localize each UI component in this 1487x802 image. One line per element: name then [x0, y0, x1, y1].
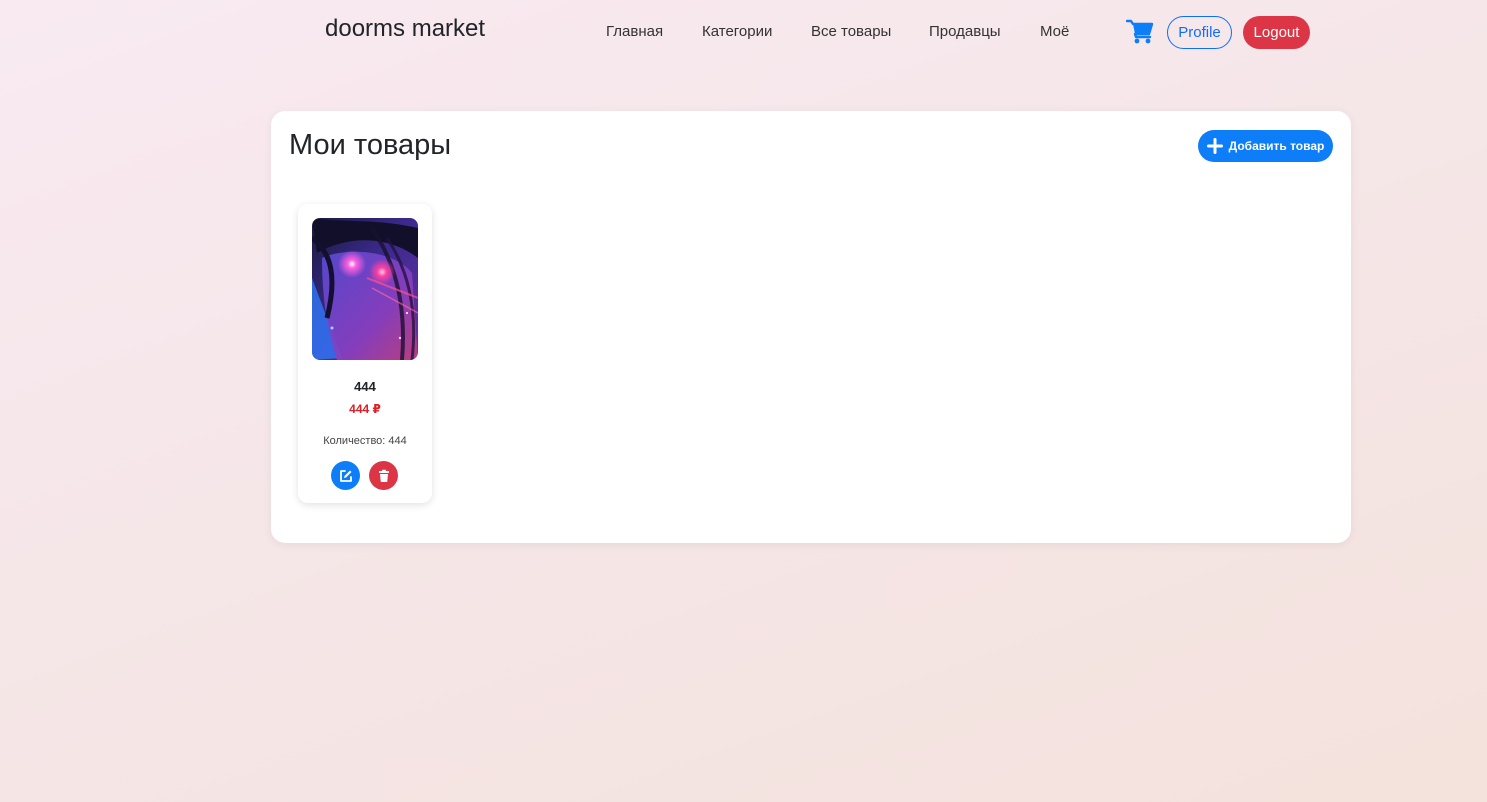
product-price: 444 ₽: [349, 402, 381, 416]
quantity-label: Количество:: [323, 435, 386, 447]
plus-icon: [1206, 138, 1223, 154]
add-product-button[interactable]: Добавить товар: [1198, 130, 1333, 162]
nav-link-home[interactable]: Главная: [606, 23, 663, 40]
delete-product-button[interactable]: [369, 461, 398, 490]
page-title: Мои товары: [289, 129, 452, 161]
nav-link-sellers[interactable]: Продавцы: [929, 23, 1001, 40]
product-quantity: Количество: 444: [298, 435, 432, 447]
product-name: 444: [354, 379, 376, 394]
product-image[interactable]: [312, 218, 418, 360]
my-products-panel: Мои товары Добавить товар 444 444 ₽ Коли…: [271, 111, 1351, 543]
brand-logo[interactable]: doorms market: [325, 15, 485, 43]
edit-product-button[interactable]: [331, 461, 360, 490]
logout-button[interactable]: Logout: [1243, 16, 1310, 49]
nav-link-categories[interactable]: Категории: [702, 23, 772, 40]
navbar: doorms market Главная Категории Все това…: [0, 0, 1487, 64]
trash-icon: [378, 469, 389, 482]
shopping-cart-icon[interactable]: [1126, 19, 1154, 45]
profile-button[interactable]: Profile: [1167, 16, 1232, 49]
anime-portrait-image: [312, 218, 418, 360]
product-card: 444 444 ₽ Количество: 444: [298, 204, 432, 503]
quantity-value: 444: [388, 435, 407, 447]
nav-link-all-products[interactable]: Все товары: [811, 23, 891, 40]
edit-icon: [339, 469, 352, 482]
add-product-label: Добавить товар: [1228, 139, 1325, 153]
nav-link-mine[interactable]: Моё: [1040, 23, 1069, 40]
